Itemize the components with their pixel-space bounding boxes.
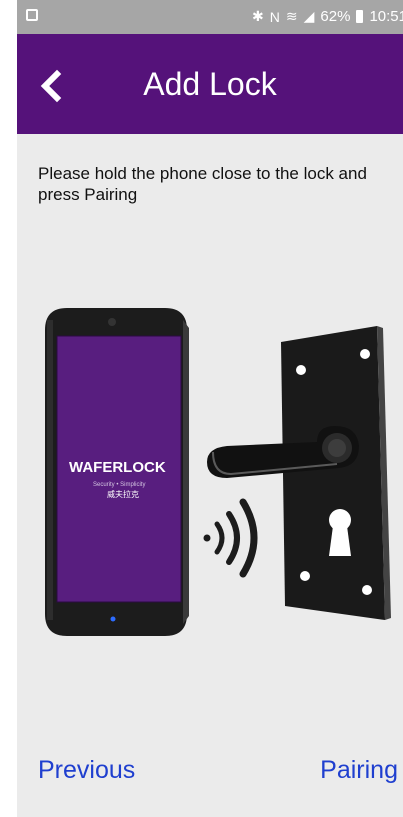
pairing-illustration: WAFERLOCK Security • Simplicity 威夫拉克 [45, 308, 391, 636]
screen: ✱ Ν ≋ ◢ 62% 10:51 Add Lock Please hold t… [17, 0, 403, 817]
back-arrow-icon[interactable] [37, 69, 67, 103]
instruction-text: Please hold the phone close to the lock … [38, 164, 367, 204]
brand-logo-text: WAFERLOCK [69, 459, 166, 476]
pairing-button[interactable]: Pairing [320, 756, 398, 785]
page-title: Add Lock [143, 66, 277, 102]
nfc-icon: Ν [269, 8, 280, 25]
brand-chinese-name: 威夫拉克 [107, 489, 139, 499]
screenshot-icon [26, 9, 38, 21]
bluetooth-icon: ✱ [252, 8, 264, 24]
signal-icon: ◢ [303, 8, 315, 24]
previous-button[interactable]: Previous [38, 756, 135, 785]
phone-image: WAFERLOCK Security • Simplicity 威夫拉克 [45, 308, 189, 636]
status-icons: ✱ Ν ≋ ◢ 62% 10:51 [252, 8, 403, 25]
battery-percent: 62% [320, 8, 351, 25]
wifi-icon: ≋ [285, 8, 298, 24]
door-lock-image [207, 326, 391, 620]
clock: 10:51 [369, 8, 403, 25]
brand-tagline: Security • Simplicity [93, 482, 145, 488]
battery-icon [356, 10, 364, 23]
status-bar: ✱ Ν ≋ ◢ 62% 10:51 [17, 0, 403, 34]
app-bar: Add Lock [17, 34, 403, 134]
wireless-signal-icon [203, 498, 258, 578]
